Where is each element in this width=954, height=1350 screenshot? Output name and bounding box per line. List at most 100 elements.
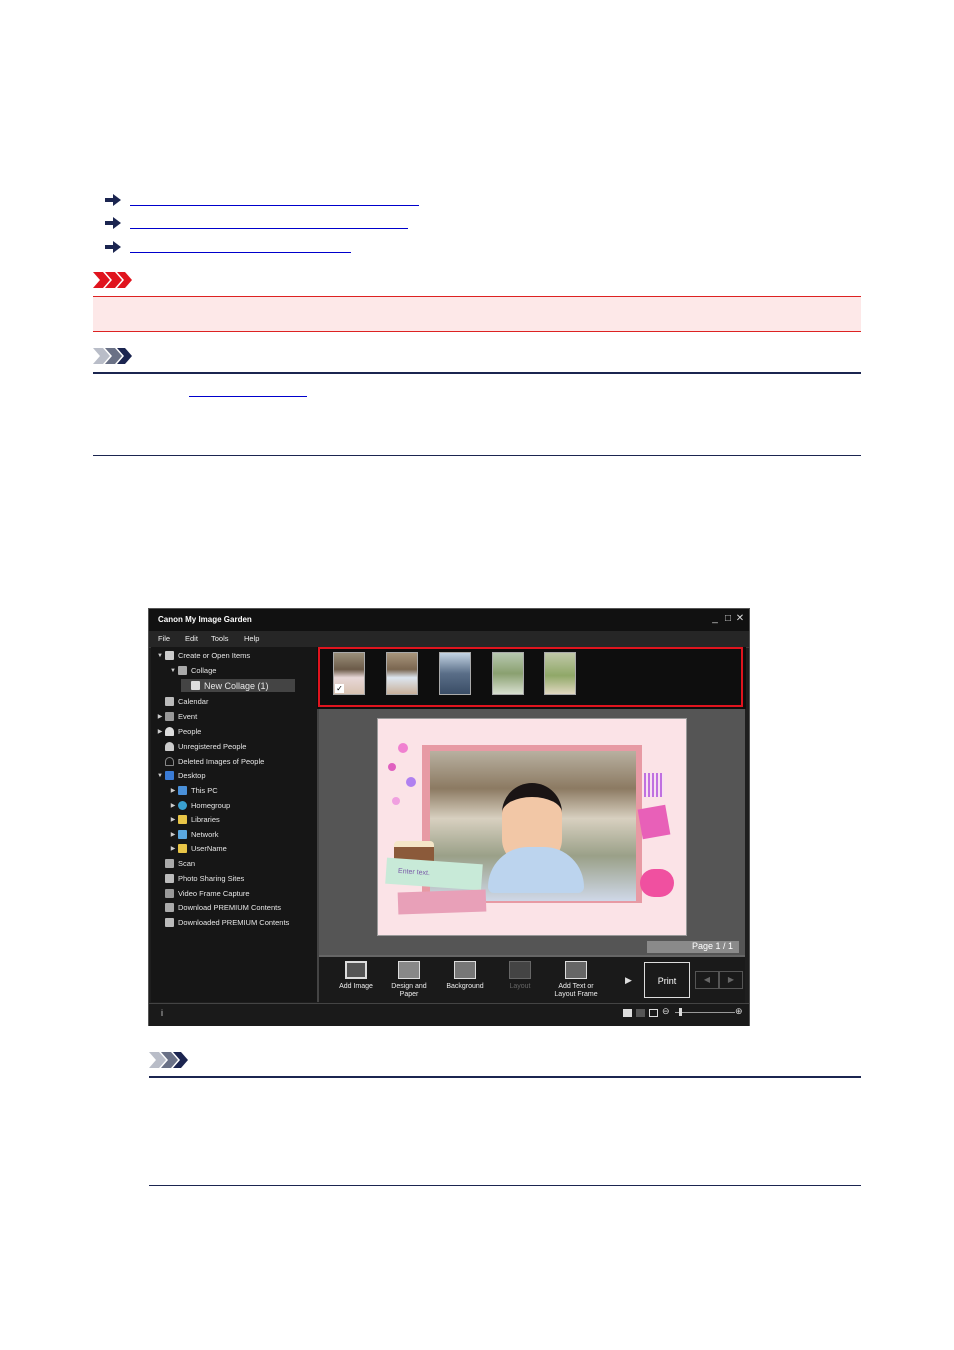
add-image-button[interactable]: Add Image: [333, 961, 379, 991]
expand-arrow[interactable]: ▼: [155, 653, 165, 659]
user-folder-icon: [178, 844, 187, 853]
tree-item-network[interactable]: ▶ Network: [168, 828, 219, 841]
tree-label: This PC: [191, 786, 218, 795]
tree-item-new-collage[interactable]: New Collage (1): [181, 679, 295, 692]
add-text-label-2: Layout Frame: [554, 991, 598, 998]
status-bar: [149, 1003, 749, 1026]
tree-item-username[interactable]: ▶ UserName: [168, 842, 227, 855]
add-text-button[interactable]: Add Text or Layout Frame: [553, 961, 599, 999]
tree-label: Collage: [191, 666, 217, 675]
expand-arrow[interactable]: ▼: [168, 668, 178, 674]
tree-item-create-open[interactable]: ▼ Create or Open Items: [155, 649, 250, 662]
zoom-out-icon[interactable]: ⊖: [662, 1006, 670, 1017]
fit-view-icon[interactable]: [649, 1009, 658, 1017]
view-mode-icon-1[interactable]: [623, 1009, 632, 1017]
tree-item-download-premium[interactable]: Download PREMIUM Contents: [155, 901, 281, 914]
right-arrow-icon: [105, 241, 121, 253]
gift-sticker: [637, 804, 671, 840]
design-paper-label-2: Paper: [399, 991, 419, 998]
link-underline-2[interactable]: [130, 228, 408, 229]
expand-arrow[interactable]: ▶: [155, 728, 165, 735]
tree-item-homegroup[interactable]: ▶ Homegroup: [168, 799, 230, 812]
design-paper-button[interactable]: Design and Paper: [386, 961, 432, 999]
layout-icon: [509, 961, 531, 979]
view-mode-icon-2[interactable]: [636, 1009, 645, 1017]
important-chevrons-icon: [93, 272, 132, 288]
download-icon: [165, 903, 174, 912]
close-icon[interactable]: ✕: [734, 613, 746, 625]
tree-item-calendar[interactable]: Calendar: [155, 695, 208, 708]
background-button[interactable]: Background: [442, 961, 488, 991]
zoom-in-icon[interactable]: ⊕: [735, 1006, 743, 1017]
tree-item-downloaded-premium[interactable]: Downloaded PREMIUM Contents: [155, 916, 289, 929]
menu-tools[interactable]: Tools: [211, 634, 229, 643]
layout-button[interactable]: Layout: [497, 961, 543, 991]
menu-help[interactable]: Help: [244, 634, 259, 643]
expand-arrow[interactable]: ▶: [168, 802, 178, 809]
tree-item-photo-sharing[interactable]: Photo Sharing Sites: [155, 872, 244, 885]
tree-label: Unregistered People: [178, 742, 247, 751]
next-page-icon[interactable]: ▶: [719, 971, 743, 989]
person-icon: [165, 742, 174, 751]
tree-label: Download PREMIUM Contents: [178, 903, 281, 912]
title-bar: Canon My Image Garden _ □ ✕: [149, 609, 749, 631]
expand-arrow[interactable]: ▶: [168, 831, 178, 838]
scan-icon: [165, 859, 174, 868]
tree-item-unregistered[interactable]: Unregistered People: [155, 740, 246, 753]
ribbon-sticker: [397, 889, 487, 915]
tree-item-desktop[interactable]: ▼ Desktop: [155, 769, 206, 782]
tree-item-people[interactable]: ▶ People: [155, 725, 201, 738]
page-label: Page 1 / 1: [691, 941, 733, 951]
expand-arrow[interactable]: ▶: [168, 816, 178, 823]
right-arrow-icon: [105, 217, 121, 229]
link-underline-1[interactable]: [130, 205, 419, 206]
tree-item-video-frame[interactable]: Video Frame Capture: [155, 887, 250, 900]
collage-icon: [191, 681, 200, 690]
design-paper-label-1: Design and: [391, 983, 427, 990]
flower-small-4: [392, 797, 400, 805]
link-row-3[interactable]: [104, 239, 351, 255]
expand-arrow[interactable]: ▶: [155, 713, 165, 720]
tree-label: Create or Open Items: [178, 651, 251, 660]
collage-page[interactable]: Enter text.: [377, 718, 687, 936]
tree-item-event[interactable]: ▶ Event: [155, 710, 197, 723]
tree-label: Downloaded PREMIUM Contents: [178, 918, 290, 927]
design-paper-icon: [398, 961, 420, 979]
note-link-underline[interactable]: [189, 396, 307, 397]
tree-item-this-pc[interactable]: ▶ This PC: [168, 784, 218, 797]
flower-sticker: [640, 869, 674, 897]
flower-small-1: [398, 743, 408, 753]
print-button[interactable]: Print: [644, 962, 690, 998]
desktop-icon: [165, 771, 174, 780]
menu-file[interactable]: File: [158, 634, 170, 643]
add-text-label-1: Add Text or: [558, 983, 594, 990]
zoom-handle[interactable]: [679, 1008, 682, 1016]
info-icon[interactable]: i: [161, 1008, 163, 1018]
tree-label: Network: [191, 830, 219, 839]
tree-item-deleted-people[interactable]: Deleted Images of People: [155, 755, 264, 768]
zoom-slider[interactable]: [675, 1012, 735, 1013]
tree-label: Deleted Images of People: [178, 757, 265, 766]
expand-arrow[interactable]: ▼: [155, 773, 165, 779]
menu-edit[interactable]: Edit: [185, 634, 198, 643]
expand-arrow[interactable]: ▶: [168, 787, 178, 794]
minimize-icon[interactable]: _: [709, 613, 721, 625]
tree-label: Homegroup: [191, 801, 231, 810]
link-underline-3[interactable]: [130, 252, 351, 253]
link-row-2[interactable]: [104, 215, 408, 231]
expand-arrow[interactable]: ▶: [168, 845, 178, 852]
tree-label: New Collage (1): [204, 680, 269, 691]
link-row-1[interactable]: [104, 192, 419, 208]
note-chevrons-icon: [149, 1052, 188, 1068]
tree-item-collage[interactable]: ▼ Collage: [168, 664, 216, 677]
more-tools-arrow-icon[interactable]: ▶: [625, 975, 632, 986]
tree-item-libraries[interactable]: ▶ Libraries: [168, 813, 220, 826]
add-image-icon: [345, 961, 367, 979]
maximize-icon[interactable]: □: [722, 613, 734, 625]
film-icon: [165, 889, 174, 898]
network-icon: [178, 830, 187, 839]
highlight-frame: [318, 647, 743, 707]
note-box-1: [93, 372, 861, 456]
prev-page-icon[interactable]: ◀: [695, 971, 719, 989]
tree-item-scan[interactable]: Scan: [155, 857, 195, 870]
